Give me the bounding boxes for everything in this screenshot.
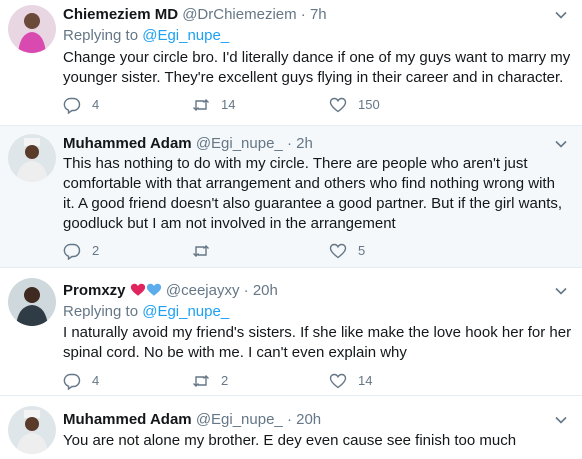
- mention-link[interactable]: @Egi_nupe_: [142, 27, 229, 44]
- retweet-button[interactable]: [192, 241, 221, 261]
- tweet-text: I naturally avoid my friend's sisters. I…: [63, 323, 571, 363]
- chevron-down-icon[interactable]: [554, 284, 568, 298]
- reply-count: 4: [92, 373, 100, 388]
- retweet-icon: [193, 245, 209, 257]
- separator: ·: [286, 411, 292, 428]
- retweet-button[interactable]: 14: [192, 95, 235, 115]
- like-button[interactable]: 14: [329, 371, 372, 391]
- replying-prefix: Replying to: [63, 303, 139, 320]
- author-handle[interactable]: @Egi_nupe_: [196, 411, 283, 428]
- red-heart-emoji: [130, 283, 145, 296]
- tweet-text-line: I naturally avoid my friend's sisters. I…: [63, 324, 572, 341]
- chevron-down-icon[interactable]: [554, 413, 568, 427]
- author-handle[interactable]: @Egi_nupe_: [196, 135, 283, 152]
- tweet-2[interactable]: Muhammed Adam @Egi_nupe_ · 2h This has n…: [0, 126, 582, 268]
- separator: ·: [243, 282, 249, 299]
- separator: ·: [300, 6, 306, 23]
- tweet-text-line: younger sister. They're excellent guys f…: [63, 69, 564, 86]
- reply-icon: [63, 373, 81, 390]
- timestamp[interactable]: 20h: [253, 282, 278, 299]
- replying-to: Replying to @Egi_nupe_: [63, 302, 229, 322]
- avatar[interactable]: [8, 406, 56, 454]
- separator: ·: [286, 135, 292, 152]
- reply-button[interactable]: 4: [63, 95, 99, 115]
- reply-count: 4: [92, 97, 100, 112]
- tweet-text-line: Change your circle bro. I'd literally da…: [63, 49, 571, 66]
- tweet-3[interactable]: Promxzy @ceejayxy · 20h Replying to @Egi…: [0, 268, 582, 396]
- like-icon: [329, 97, 347, 113]
- author-name[interactable]: Promxzy: [63, 282, 126, 299]
- tweet-text-line: spinal cord. No be with me. I can't even…: [63, 344, 407, 361]
- reply-count: 2: [92, 243, 100, 258]
- retweet-button[interactable]: 2: [192, 371, 228, 391]
- like-button[interactable]: 5: [329, 241, 365, 261]
- like-icon: [329, 373, 347, 389]
- reply-icon: [63, 243, 81, 260]
- reply-button[interactable]: 4: [63, 371, 99, 391]
- mention-link[interactable]: @Egi_nupe_: [142, 303, 229, 320]
- avatar[interactable]: [8, 134, 56, 182]
- like-button[interactable]: 150: [329, 95, 380, 115]
- reply-button[interactable]: 2: [63, 241, 99, 261]
- tweet-1[interactable]: Chiemeziem MD @DrChiemeziem · 7h Replyin…: [0, 0, 582, 126]
- author-handle[interactable]: @DrChiemeziem: [182, 6, 296, 23]
- tweet-4[interactable]: Muhammed Adam @Egi_nupe_ · 20h You are n…: [0, 396, 582, 459]
- tweet-text-line: This has nothing to do with my circle. T…: [63, 155, 528, 172]
- chevron-down-icon[interactable]: [554, 137, 568, 151]
- timestamp[interactable]: 20h: [296, 411, 321, 428]
- retweet-count: 14: [221, 97, 236, 112]
- author-name[interactable]: Chiemeziem MD: [63, 6, 178, 23]
- like-count: 150: [358, 97, 380, 112]
- tweet-text-line: You are not alone my brother. E dey even…: [63, 432, 517, 449]
- author-name[interactable]: Muhammed Adam: [63, 411, 192, 428]
- replying-to: Replying to @Egi_nupe_: [63, 26, 229, 46]
- timestamp[interactable]: 7h: [310, 6, 327, 23]
- tweet-text-line: goodluck but I am not involved in the ar…: [63, 215, 396, 232]
- chevron-down-icon[interactable]: [554, 8, 568, 22]
- tweet-text: You are not alone my brother. E dey even…: [63, 431, 571, 451]
- avatar[interactable]: [8, 5, 56, 53]
- replying-prefix: Replying to: [63, 27, 139, 44]
- avatar[interactable]: [8, 278, 56, 326]
- author-handle[interactable]: @ceejayxy: [166, 282, 240, 299]
- author-name[interactable]: Muhammed Adam: [63, 135, 192, 152]
- blue-heart-emoji: [146, 283, 161, 296]
- like-icon: [329, 243, 347, 259]
- like-count: 14: [358, 373, 373, 388]
- tweet-text-line: it. A good friend doesn't also guarantee…: [63, 195, 563, 212]
- tweet-text-line: comfortable with that arrangement and ot…: [63, 175, 555, 192]
- tweet-text: Change your circle bro. I'd literally da…: [63, 48, 571, 88]
- like-count: 5: [358, 243, 366, 258]
- timestamp[interactable]: 2h: [296, 135, 313, 152]
- reply-icon: [63, 97, 81, 114]
- retweet-icon: [193, 375, 209, 387]
- retweet-count: 2: [221, 373, 229, 388]
- retweet-icon: [193, 99, 209, 111]
- tweet-text: This has nothing to do with my circle. T…: [63, 154, 571, 234]
